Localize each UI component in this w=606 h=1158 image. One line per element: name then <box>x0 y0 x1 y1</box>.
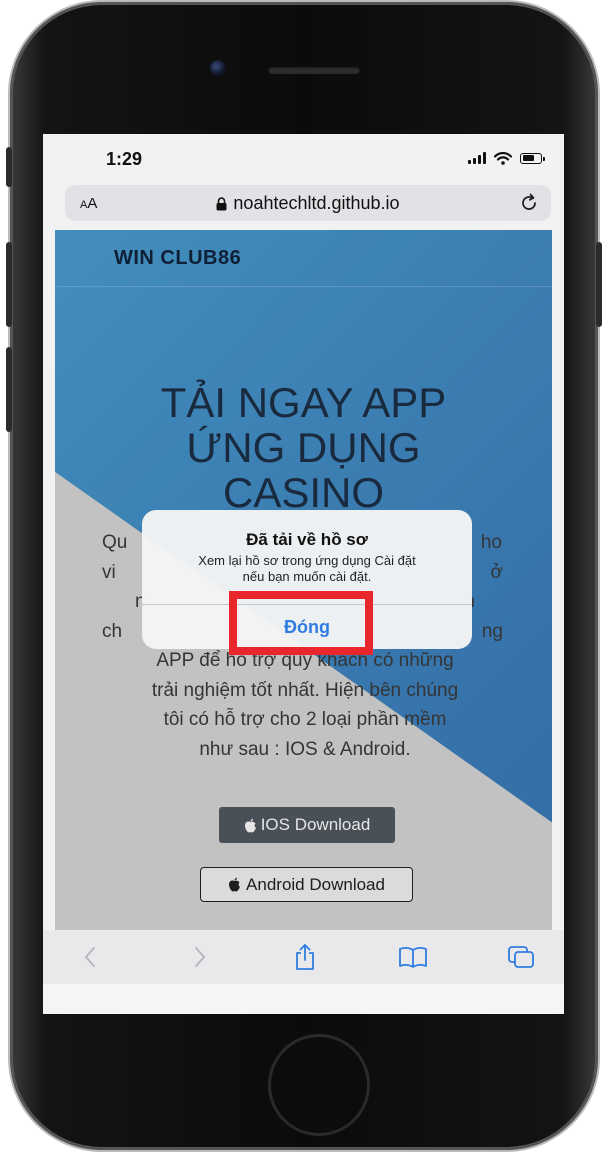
power-button <box>596 242 602 327</box>
highlight-box <box>229 591 373 655</box>
back-icon[interactable] <box>75 942 105 972</box>
alert-title: Đã tải về hồ sơ <box>246 530 368 549</box>
lock-icon <box>216 197 227 211</box>
earpiece-speaker <box>268 66 360 74</box>
reload-icon[interactable] <box>519 193 539 213</box>
alert-message-line: nếu bạn muốn cài đặt. <box>242 569 372 584</box>
bookmarks-icon[interactable] <box>398 942 428 972</box>
home-button[interactable] <box>268 1034 370 1136</box>
tabs-icon[interactable] <box>506 942 536 972</box>
volume-down-button <box>6 347 12 432</box>
wifi-icon <box>494 151 512 165</box>
signal-icon <box>468 152 486 164</box>
home-indicator-area <box>43 984 564 1014</box>
share-icon[interactable] <box>290 942 320 972</box>
forward-icon[interactable] <box>185 942 215 972</box>
browser-toolbar <box>43 930 564 984</box>
volume-up-button <box>6 242 12 327</box>
address-bar[interactable]: AA noahtechltd.github.io <box>65 185 551 221</box>
battery-icon <box>520 152 545 164</box>
alert-message: Xem lại hồ sơ trong ứng dụng Cài đặt nếu… <box>162 553 452 585</box>
url-display[interactable]: noahtechltd.github.io <box>65 193 551 214</box>
mute-switch <box>6 147 12 187</box>
status-icons <box>468 151 545 165</box>
status-time: 1:29 <box>106 149 143 169</box>
url-text: noahtechltd.github.io <box>233 193 400 213</box>
screen: 1:29 AA noahtechltd.github.io WIN CLUB86… <box>43 134 564 1014</box>
status-bar: 1:29 <box>43 134 564 182</box>
alert-message-line: Xem lại hồ sơ trong ứng dụng Cài đặt <box>198 553 416 568</box>
front-camera <box>210 60 226 76</box>
